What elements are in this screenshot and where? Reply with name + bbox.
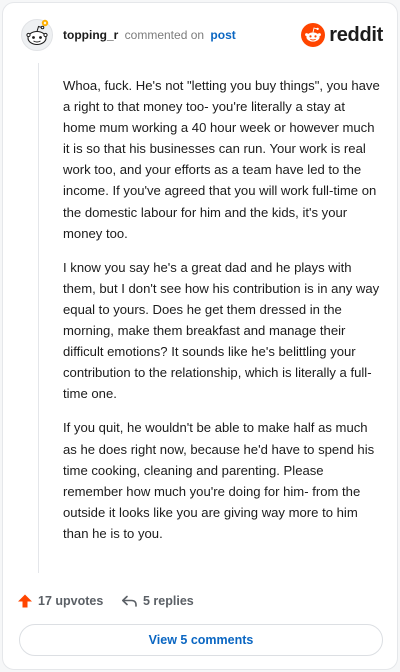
comment-body: Whoa, fuck. He's not "letting you buy th… (63, 75, 381, 557)
post-link[interactable]: post (210, 28, 235, 42)
thread-line (38, 63, 39, 573)
upvote-count: 17 upvotes (38, 594, 104, 608)
reply-count: 5 replies (143, 594, 194, 608)
comment-header: topping_r commented on post reddit (3, 3, 397, 69)
reddit-logo-icon (301, 23, 326, 47)
username-link[interactable]: topping_r (63, 28, 118, 42)
comment-paragraph: If you quit, he wouldn't be able to make… (63, 420, 375, 541)
action-text: commented on (124, 28, 205, 42)
reply-button[interactable]: 5 replies (121, 587, 194, 615)
reddit-brand[interactable]: reddit (301, 23, 383, 47)
upvote-arrow-icon (18, 594, 32, 608)
avatar[interactable] (21, 19, 53, 51)
comment-paragraph: I know you say he's a great dad and he p… (63, 259, 380, 402)
reply-arrow-icon (122, 595, 137, 607)
comment-meta: topping_r commented on post (63, 27, 236, 43)
comment-paragraph: Whoa, fuck. He's not "letting you buy th… (63, 78, 380, 241)
upvote-button[interactable]: 17 upvotes (17, 587, 103, 615)
comment-card: topping_r commented on post reddit Whoa,… (2, 2, 398, 670)
brand-wordmark: reddit (329, 24, 383, 46)
reddit-snoo-avatar-icon (21, 19, 53, 51)
comment-footer: 17 upvotes 5 replies (3, 587, 397, 615)
view-comments-button[interactable]: View 5 comments (19, 624, 383, 656)
